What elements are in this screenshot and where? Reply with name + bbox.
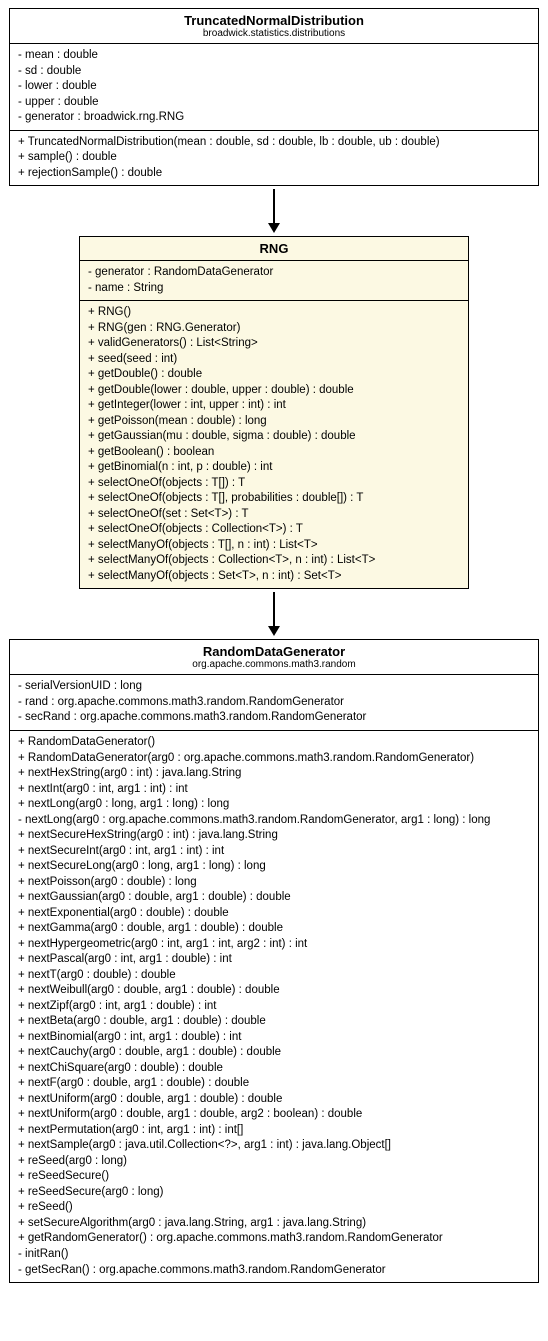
arrowhead-down-icon [268,223,280,233]
uml-operation: + getBoolean() : boolean [88,445,460,461]
uml-attribute: - secRand : org.apache.commons.math3.ran… [18,710,530,726]
uml-operation: + nextUniform(arg0 : double, arg1 : doub… [18,1107,530,1123]
class-operations: + RNG()+ RNG(gen : RNG.Generator)+ valid… [80,301,468,588]
uml-operation: + selectOneOf(objects : T[], probabiliti… [88,491,460,507]
uml-operation: + setSecureAlgorithm(arg0 : java.lang.St… [18,1216,530,1232]
class-random-data-generator: RandomDataGenerator org.apache.commons.m… [9,639,539,1283]
uml-operation: + nextPascal(arg0 : int, arg1 : double) … [18,952,530,968]
uml-attribute: - sd : double [18,64,530,80]
uml-operation: - nextLong(arg0 : org.apache.commons.mat… [18,813,530,829]
uml-operation: - initRan() [18,1247,530,1263]
class-title: TruncatedNormalDistribution [16,13,532,28]
uml-operation: - getSecRan() : org.apache.commons.math3… [18,1263,530,1279]
uml-operation: + reSeed(arg0 : long) [18,1154,530,1170]
class-package: org.apache.commons.math3.random [16,659,532,670]
uml-operation: + selectOneOf(objects : Collection<T>) :… [88,522,460,538]
uml-operation: + nextExponential(arg0 : double) : doubl… [18,906,530,922]
uml-operation: + selectOneOf(set : Set<T>) : T [88,507,460,523]
uml-operation: + nextHexString(arg0 : int) : java.lang.… [18,766,530,782]
class-title: RandomDataGenerator [16,644,532,659]
uml-operation: + nextHypergeometric(arg0 : int, arg1 : … [18,937,530,953]
uml-operation: + getGaussian(mu : double, sigma : doubl… [88,429,460,445]
uml-operation: + nextZipf(arg0 : int, arg1 : double) : … [18,999,530,1015]
class-header: TruncatedNormalDistribution broadwick.st… [10,9,538,44]
uml-operation: + RandomDataGenerator(arg0 : org.apache.… [18,751,530,767]
uml-class-diagram: TruncatedNormalDistribution broadwick.st… [4,8,544,1283]
uml-operation: + nextGaussian(arg0 : double, arg1 : dou… [18,890,530,906]
uml-operation: + nextSecureInt(arg0 : int, arg1 : int) … [18,844,530,860]
uml-operation: + TruncatedNormalDistribution(mean : dou… [18,135,530,151]
uml-operation: + nextUniform(arg0 : double, arg1 : doub… [18,1092,530,1108]
class-operations: + RandomDataGenerator()+ RandomDataGener… [10,731,538,1282]
uml-operation: + nextCauchy(arg0 : double, arg1 : doubl… [18,1045,530,1061]
uml-operation: + reSeed() [18,1200,530,1216]
uml-dependency-arrow [268,589,280,639]
uml-operation: + getDouble() : double [88,367,460,383]
uml-operation: + RandomDataGenerator() [18,735,530,751]
uml-operation: + nextPoisson(arg0 : double) : long [18,875,530,891]
class-attributes: - generator : RandomDataGenerator- name … [80,261,468,301]
uml-operation: + nextT(arg0 : double) : double [18,968,530,984]
class-rng: RNG - generator : RandomDataGenerator- n… [79,236,469,589]
uml-operation: + nextBinomial(arg0 : int, arg1 : double… [18,1030,530,1046]
arrowhead-down-icon [268,626,280,636]
class-title: RNG [86,241,462,256]
uml-operation: + nextF(arg0 : double, arg1 : double) : … [18,1076,530,1092]
uml-operation: + nextInt(arg0 : int, arg1 : int) : int [18,782,530,798]
uml-operation: + nextSecureHexString(arg0 : int) : java… [18,828,530,844]
connector-line [273,189,275,223]
uml-dependency-arrow [268,186,280,236]
uml-operation: + nextPermutation(arg0 : int, arg1 : int… [18,1123,530,1139]
uml-operation: + RNG(gen : RNG.Generator) [88,321,460,337]
class-attributes: - mean : double- sd : double- lower : do… [10,44,538,131]
uml-operation: + selectManyOf(objects : Collection<T>, … [88,553,460,569]
uml-operation: + nextSample(arg0 : java.util.Collection… [18,1138,530,1154]
class-package: broadwick.statistics.distributions [16,28,532,39]
uml-operation: + getPoisson(mean : double) : long [88,414,460,430]
uml-attribute: - generator : broadwick.rng.RNG [18,110,530,126]
uml-operation: + selectOneOf(objects : T[]) : T [88,476,460,492]
uml-attribute: - rand : org.apache.commons.math3.random… [18,695,530,711]
uml-attribute: - upper : double [18,95,530,111]
uml-operation: + getBinomial(n : int, p : double) : int [88,460,460,476]
uml-operation: + validGenerators() : List<String> [88,336,460,352]
class-header: RandomDataGenerator org.apache.commons.m… [10,640,538,675]
uml-operation: + selectManyOf(objects : T[], n : int) :… [88,538,460,554]
uml-operation: + nextLong(arg0 : long, arg1 : long) : l… [18,797,530,813]
uml-operation: + rejectionSample() : double [18,166,530,182]
uml-operation: + nextSecureLong(arg0 : long, arg1 : lon… [18,859,530,875]
uml-attribute: - name : String [88,281,460,297]
uml-operation: + reSeedSecure(arg0 : long) [18,1185,530,1201]
class-operations: + TruncatedNormalDistribution(mean : dou… [10,131,538,186]
uml-operation: + reSeedSecure() [18,1169,530,1185]
uml-attribute: - generator : RandomDataGenerator [88,265,460,281]
uml-operation: + nextWeibull(arg0 : double, arg1 : doub… [18,983,530,999]
uml-operation: + getDouble(lower : double, upper : doub… [88,383,460,399]
uml-operation: + sample() : double [18,150,530,166]
uml-operation: + selectManyOf(objects : Set<T>, n : int… [88,569,460,585]
uml-attribute: - lower : double [18,79,530,95]
uml-operation: + nextGamma(arg0 : double, arg1 : double… [18,921,530,937]
class-truncated-normal-distribution: TruncatedNormalDistribution broadwick.st… [9,8,539,186]
class-header: RNG [80,237,468,261]
uml-operation: + nextChiSquare(arg0 : double) : double [18,1061,530,1077]
class-attributes: - serialVersionUID : long- rand : org.ap… [10,675,538,731]
uml-operation: + nextBeta(arg0 : double, arg1 : double)… [18,1014,530,1030]
uml-attribute: - mean : double [18,48,530,64]
uml-operation: + seed(seed : int) [88,352,460,368]
uml-operation: + RNG() [88,305,460,321]
uml-operation: + getInteger(lower : int, upper : int) :… [88,398,460,414]
connector-line [273,592,275,626]
uml-operation: + getRandomGenerator() : org.apache.comm… [18,1231,530,1247]
uml-attribute: - serialVersionUID : long [18,679,530,695]
